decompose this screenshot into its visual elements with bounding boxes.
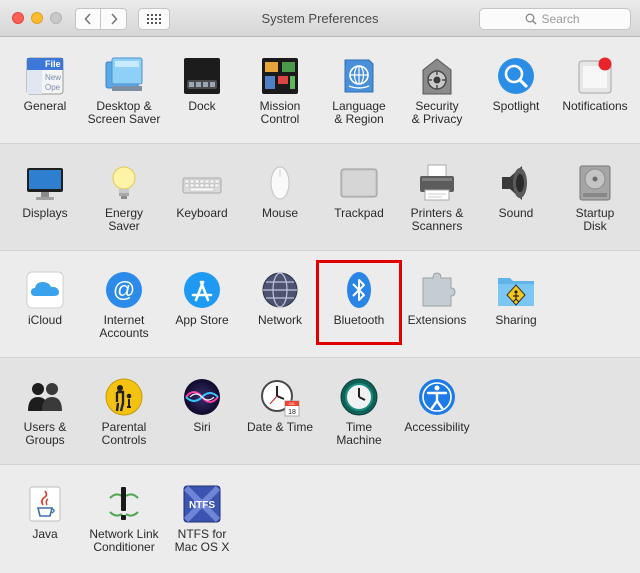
printers-scanners-icon — [420, 164, 454, 201]
language-region-icon — [344, 59, 374, 93]
personal-section — [0, 37, 640, 144]
time-machine-icon — [340, 378, 378, 416]
chevron-right-icon — [110, 13, 118, 25]
svg-text:JUL: JUL — [288, 401, 296, 406]
sound-icon — [502, 166, 527, 200]
other-section — [0, 465, 640, 573]
pane-label: Dock — [188, 99, 216, 113]
network-link-conditioner-icon — [109, 487, 139, 520]
displays-icon — [27, 168, 63, 200]
pane-label: Java — [32, 527, 58, 541]
pane-label: Network Link Conditioner — [89, 527, 159, 554]
pane-label: Printers & Scanners — [410, 206, 464, 233]
svg-text:@: @ — [113, 277, 135, 302]
pane-label: Spotlight — [492, 99, 540, 113]
pane-label: App Store — [175, 313, 229, 327]
pane-label: Date & Time — [246, 420, 314, 434]
security-privacy-icon — [422, 58, 452, 95]
java-icon — [29, 486, 61, 522]
siri-icon — [184, 379, 220, 415]
svg-text:18: 18 — [288, 409, 296, 416]
pane-label: Accessibility — [404, 420, 470, 434]
pane-label: Users & Groups — [23, 420, 67, 447]
pane-label: Network — [257, 313, 302, 327]
mission-control-icon — [262, 58, 298, 94]
pane-label: Parental Controls — [101, 420, 147, 447]
pane-label: Startup Disk — [575, 206, 615, 233]
ntfs-icon: NTFS — [183, 485, 221, 523]
pane-label: Siri — [193, 420, 211, 434]
desktop-screensaver-icon — [105, 57, 143, 91]
general-icon: File New Ope — [26, 57, 64, 95]
users-groups-icon — [28, 383, 62, 411]
energy-saver-icon — [112, 166, 136, 199]
search-field[interactable] — [479, 8, 631, 30]
pane-label: Desktop & Screen Saver — [87, 99, 161, 126]
pane-label: Security & Privacy — [411, 99, 463, 126]
startup-disk-icon — [579, 165, 611, 201]
pane-label: Internet Accounts — [99, 313, 149, 340]
accessibility-icon — [419, 379, 455, 415]
keyboard-icon — [182, 177, 222, 194]
pane-label: General — [23, 99, 67, 113]
trackpad-icon — [340, 168, 378, 198]
dock-icon — [184, 58, 220, 94]
network-icon — [262, 272, 298, 308]
extensions-icon — [422, 272, 456, 307]
pane-label: Mouse — [261, 206, 299, 220]
sharing-icon — [498, 278, 534, 306]
svg-text:New: New — [45, 73, 61, 82]
chevron-left-icon — [84, 13, 91, 25]
title-bar: System Preferences — [0, 0, 640, 37]
svg-text:File: File — [45, 59, 61, 69]
system-preferences-window: System Preferences File New Ope General … — [0, 0, 640, 573]
pane-label: NTFS for Mac OS X — [174, 527, 230, 554]
pane-label: Sharing — [495, 313, 537, 327]
show-all-button[interactable] — [138, 8, 170, 30]
svg-text:Ope: Ope — [45, 83, 61, 92]
date-time-icon: JUL 18 — [261, 380, 300, 417]
pane-label: Keyboard — [176, 206, 228, 220]
zoom-window-button[interactable] — [50, 12, 62, 24]
app-store-icon — [184, 272, 220, 308]
mouse-icon — [270, 166, 290, 200]
hardware-section — [0, 144, 640, 251]
pane-label: Displays — [22, 206, 68, 220]
internet-accounts-icon: @ — [106, 272, 142, 308]
pane-label: Mission Control — [259, 99, 301, 126]
pane-label: Notifications — [562, 99, 628, 113]
bluetooth-highlight-box — [316, 260, 402, 345]
pane-label: Time Machine — [336, 420, 382, 447]
minimize-window-button[interactable] — [31, 12, 43, 24]
window-title: System Preferences — [261, 11, 379, 26]
pane-label: Language & Region — [332, 99, 386, 126]
pane-label: Energy Saver — [104, 206, 144, 233]
parental-controls-icon — [105, 378, 143, 416]
back-button[interactable] — [75, 8, 101, 30]
pane-label: iCloud — [27, 313, 63, 327]
pane-label: Extensions — [407, 313, 467, 327]
spotlight-icon — [498, 58, 534, 94]
search-input[interactable] — [541, 12, 586, 26]
forward-button[interactable] — [101, 8, 127, 30]
notifications-icon — [578, 57, 612, 94]
icloud-icon — [26, 271, 64, 309]
pane-label: Sound — [498, 206, 534, 220]
system-section — [0, 358, 640, 465]
search-icon — [525, 13, 537, 25]
close-window-button[interactable] — [12, 12, 24, 24]
pane-label: Trackpad — [334, 206, 384, 220]
grid-icon — [147, 14, 161, 24]
svg-text:NTFS: NTFS — [189, 500, 215, 511]
